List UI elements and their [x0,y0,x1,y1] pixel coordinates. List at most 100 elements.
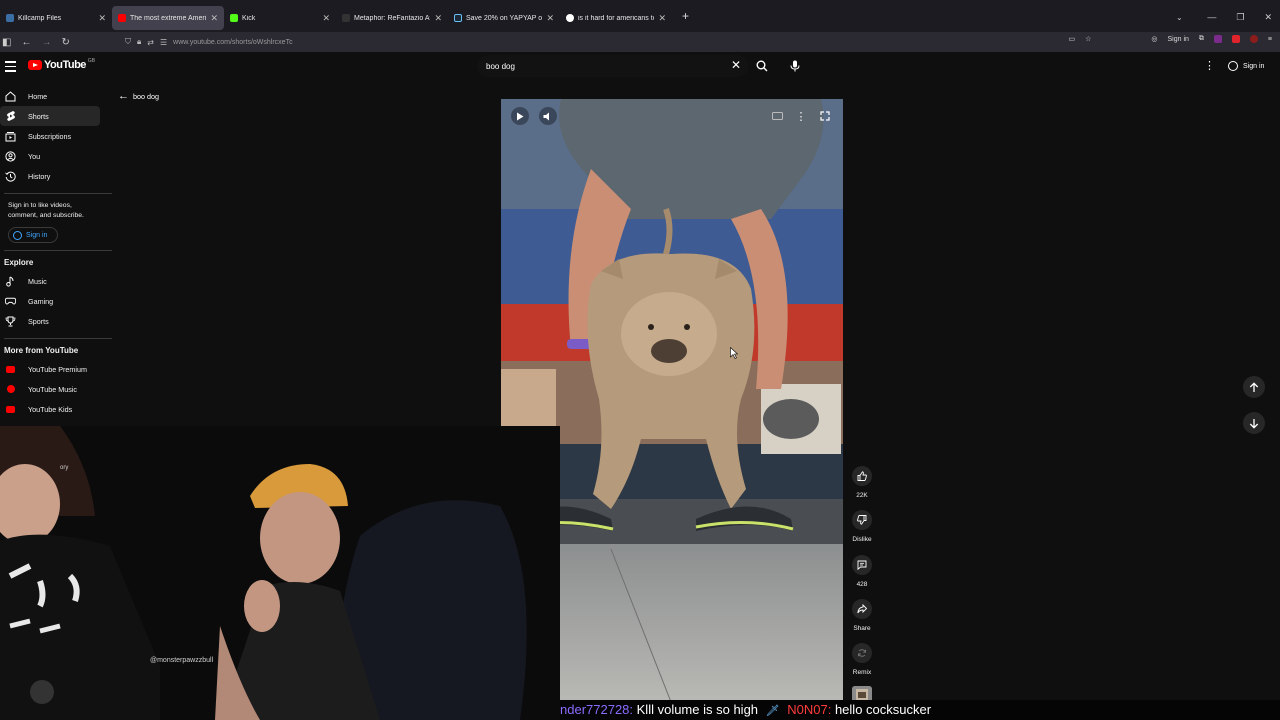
forward-arrow-icon[interactable]: → [41,37,51,48]
window-controls: — ❐ ✕ [1207,12,1272,23]
comment-count: 428 [856,581,868,588]
sidebar-item-gaming[interactable]: Gaming [0,291,112,311]
tab-close-icon[interactable]: ✕ [98,13,106,24]
like-button[interactable] [852,466,872,486]
extensions-icon[interactable]: ⧉ [1199,35,1204,43]
back-link-label: boo dog [133,91,159,101]
sidebar-item-youtube-kids[interactable]: YouTube Kids [0,399,112,419]
volume-icon [543,112,549,120]
shield-icon[interactable]: ⛉ [125,37,131,47]
previous-short-button[interactable] [1243,376,1265,398]
dislike-action[interactable]: Dislike [846,510,878,543]
channel-handle: @monsterpawzzbull [150,657,214,664]
bookmark-star-icon[interactable]: ☆ [1085,35,1091,43]
back-arrow-icon: ← [118,90,129,102]
explore-heading: Explore [4,258,34,267]
share-button[interactable] [852,599,872,619]
sidebar-signin-button[interactable]: Sign in [8,227,58,243]
back-arrow-icon[interactable]: ← [21,37,31,48]
extension-icon[interactable] [1213,35,1222,43]
reader-view-icon[interactable]: ▭ [1068,35,1075,43]
account-icon[interactable]: ◎ [1151,35,1157,43]
sidebar-divider [4,338,112,339]
stream-chat-ticker: nder772728: Klll volume is so high 🗡︎ N0… [560,700,1280,720]
tab-list-chevron-icon[interactable]: ⌄ [1176,13,1183,22]
permissions-icon[interactable]: ⇄ [147,38,154,47]
like-count: 22K [856,492,868,499]
sidebar-item-home[interactable]: Home [0,86,112,106]
captions-button[interactable] [768,107,786,125]
extension-icon[interactable] [1231,35,1240,43]
tab-title: The most extreme American Bully [130,14,206,22]
sidebar-item-you[interactable]: You [0,146,112,166]
tab-close-icon[interactable]: ✕ [434,13,442,24]
browser-signin-label[interactable]: Sign in [1168,36,1189,43]
sidebar-toggle-icon[interactable]: ◧ [2,37,11,48]
back-to-search-link[interactable]: ← boo dog [118,90,159,102]
extension-icon[interactable] [1249,35,1258,43]
sidebar-item-label: YouTube Kids [28,404,73,414]
tab-close-icon[interactable]: ✕ [658,13,666,24]
dislike-button[interactable] [852,510,872,530]
search-value[interactable]: boo dog [486,62,515,71]
browser-tab[interactable]: Kick ✕ [224,6,336,30]
menu-icon[interactable]: ≡ [1268,36,1272,43]
sidebar-item-youtube-premium[interactable]: YouTube Premium [0,359,112,379]
kick-favicon-icon [230,14,238,22]
page-info-icon[interactable]: ☰ [160,38,167,47]
restore-icon[interactable]: ❐ [1236,12,1244,23]
youtube-logo[interactable]: YouTube GB [28,58,96,71]
settings-dots-icon[interactable]: ⋮ [1204,59,1215,72]
tab-title: Metaphor: ReFantazio Atlus 35th [354,14,430,22]
tab-close-icon[interactable]: ✕ [210,13,218,24]
sidebar-item-sports[interactable]: Sports [0,311,112,331]
sidebar-item-label: YouTube Premium [28,364,87,374]
sidebar-item-youtube-music[interactable]: YouTube Music [0,379,112,399]
browser-tab[interactable]: Killcamp Files ✕ [0,6,112,30]
remix-button[interactable] [852,643,872,663]
reload-icon[interactable]: ↻ [61,37,69,48]
volume-button[interactable] [539,107,557,125]
share-action[interactable]: Share [846,599,878,632]
fullscreen-button[interactable] [816,107,834,125]
browser-tab[interactable]: Metaphor: ReFantazio Atlus 35th ✕ [336,6,448,30]
history-icon [5,171,16,182]
sidebar-item-subscriptions[interactable]: Subscriptions [0,126,112,146]
search-input[interactable]: boo dog [477,55,749,77]
minimize-icon[interactable]: — [1207,12,1216,23]
gaming-controller-icon [5,296,16,307]
lock-icon[interactable]: 🔒︎ [137,37,141,47]
close-window-icon[interactable]: ✕ [1264,12,1272,23]
browser-nav-bar: ◧ ← → ↻ ⛉ 🔒︎ ⇄ ☰ www.youtube.com/shorts/… [0,32,1280,52]
sidebar-item-music[interactable]: Music [0,271,112,291]
play-button[interactable] [511,107,529,125]
tab-close-icon[interactable]: ✕ [546,13,554,24]
hamburger-menu-icon[interactable] [5,61,16,75]
tab-title: is it hard for americans to go to [578,14,654,22]
search-button[interactable] [751,56,773,76]
clear-search-icon[interactable]: ✕ [731,58,741,72]
sidebar-item-history[interactable]: History [0,166,112,186]
browser-tab[interactable]: is it hard for americans to go to ✕ [560,6,672,30]
comments-action[interactable]: 428 [846,555,878,588]
logo-region: GB [87,58,96,64]
sidebar-item-label: Music [28,276,47,286]
remix-action[interactable]: Remix [846,643,878,676]
tab-close-icon[interactable]: ✕ [322,13,330,24]
sidebar-item-shorts[interactable]: Shorts [0,106,100,126]
url-text[interactable]: www.youtube.com/shorts/oWshlrcxeTc [173,39,292,46]
youtube-favicon-icon [118,14,126,22]
comments-button[interactable] [852,555,872,575]
microphone-icon [790,60,800,72]
new-tab-button[interactable]: + [682,9,689,23]
share-label: Share [853,625,871,632]
header-signin-button[interactable]: Sign in [1222,56,1270,76]
next-short-button[interactable] [1243,412,1265,434]
browser-tab-active[interactable]: The most extreme American Bully ✕ [112,6,224,30]
more-options-button[interactable]: ⋮ [792,107,810,125]
like-action[interactable]: 22K [846,466,878,499]
sidebar-divider [4,193,112,194]
browser-tab[interactable]: Save 20% on YAPYAP on Steam ✕ [448,6,560,30]
url-bar[interactable]: ⛉ 🔒︎ ⇄ ☰ www.youtube.com/shorts/oWshlrcx… [125,34,1085,50]
voice-search-button[interactable] [785,56,805,76]
